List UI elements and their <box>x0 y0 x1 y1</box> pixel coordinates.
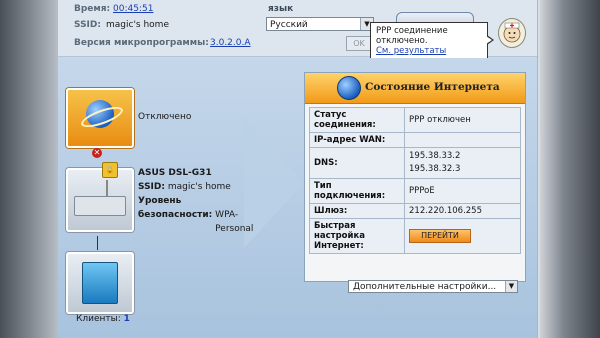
table-row: Тип подключения: PPPoE <box>309 178 521 204</box>
quick-setup-cell: ПЕРЕЙТИ <box>404 218 521 254</box>
tooltip-tail-inner <box>486 36 492 44</box>
ssid-value: magic's home <box>106 20 169 30</box>
security-value: WPA-Personal <box>215 210 254 234</box>
doctor-icon[interactable] <box>498 18 526 48</box>
left-frame-edge <box>0 0 58 338</box>
internet-status-text: Отключено <box>138 112 192 122</box>
gateway-label: Шлюз: <box>309 203 405 219</box>
ssid-label: SSID: <box>74 20 101 30</box>
lock-icon: 🔒 <box>102 162 118 178</box>
table-row: DNS: 195.38.33.2 195.38.32.3 <box>309 147 521 179</box>
dns-label: DNS: <box>309 147 405 179</box>
clients-tile[interactable] <box>66 252 134 314</box>
table-row: Статус соединения: PPP отключен <box>309 107 521 133</box>
table-row: Шлюз: 212.220.106.255 <box>309 203 521 219</box>
status-value: PPP отключен <box>404 107 521 133</box>
connection-type-value: PPPoE <box>404 178 521 204</box>
wan-ip-label: IP-адрес WAN: <box>309 132 405 148</box>
security-label-2: безопасности: <box>138 210 213 220</box>
language-selected: Русский <box>270 20 308 30</box>
clients-label: Клиенты: 1 <box>76 314 130 324</box>
time-label: Время: <box>74 4 111 14</box>
panel-title: Состояние Интернета <box>365 81 500 93</box>
panel-header: Состояние Интернета <box>305 73 525 104</box>
dns-value: 195.38.33.2 195.38.32.3 <box>404 147 521 179</box>
connection-type-label: Тип подключения: <box>309 178 405 204</box>
gateway-value: 212.220.106.255 <box>404 203 521 219</box>
x-icon: ✕ <box>92 148 102 158</box>
firmware-value[interactable]: 3.0.2.0.A <box>210 38 251 48</box>
internet-status-tile[interactable] <box>66 88 134 148</box>
router-info: ASUS DSL-G31 SSID: magic's home Уровень … <box>138 166 271 236</box>
tooltip-line1: PPP соединение <box>376 26 448 36</box>
router-admin-page: Время: 00:45:51 SSID: magic's home Верси… <box>0 0 600 338</box>
time-value[interactable]: 00:45:51 <box>113 4 153 14</box>
security-label-1: Уровень <box>138 196 182 206</box>
table-row: Быстрая настройка Интернет: ПЕРЕЙТИ <box>309 218 521 254</box>
doctor-icon-svg <box>503 22 521 43</box>
status-table: Статус соединения: PPP отключен IP-адрес… <box>309 107 521 254</box>
internet-status-panel: Состояние Интернета Статус соединения: P… <box>304 72 526 282</box>
router-ssid-value: magic's home <box>167 182 231 192</box>
more-settings-label: Дополнительные настройки... <box>353 282 497 292</box>
chevron-down-icon: ▼ <box>505 281 517 292</box>
clients-count[interactable]: 1 <box>124 314 130 324</box>
language-select[interactable]: Русский ▼ <box>266 17 374 31</box>
language-label: язык <box>268 4 294 14</box>
clients-text: Клиенты: <box>76 314 121 324</box>
right-frame-edge <box>540 0 600 338</box>
ok-button[interactable]: OK <box>346 36 372 51</box>
status-label: Статус соединения: <box>309 107 405 133</box>
router-tile[interactable] <box>66 168 134 232</box>
tooltip-line2: отключено. <box>376 36 428 46</box>
wan-ip-value <box>404 132 521 148</box>
go-button[interactable]: ПЕРЕЙТИ <box>409 229 471 243</box>
table-row: IP-адрес WAN: <box>309 132 521 148</box>
connection-line <box>97 236 98 250</box>
more-settings-select[interactable]: Дополнительные настройки... ▼ <box>348 280 518 293</box>
computer-icon <box>82 262 118 304</box>
router-ssid-label: SSID: <box>138 182 165 192</box>
quick-setup-label: Быстрая настройка Интернет: <box>309 218 405 254</box>
firmware-label: Версия микропрограммы: <box>74 38 209 48</box>
router-name: ASUS DSL-G31 <box>138 168 212 178</box>
router-icon <box>74 196 126 216</box>
panel-globe-icon <box>337 76 361 100</box>
router-antenna <box>106 180 108 196</box>
